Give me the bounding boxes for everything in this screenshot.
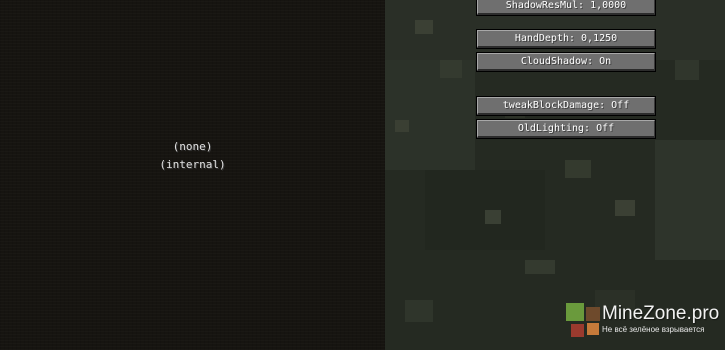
minezone-watermark: MineZone.pro Не всё зелёное взрывается [565, 302, 725, 342]
world-block [525, 260, 555, 274]
tweak-block-damage-button[interactable]: tweakBlockDamage: Off [476, 96, 656, 116]
world-block [565, 160, 591, 178]
shader-pack-internal[interactable]: (internal) [0, 156, 385, 174]
world-block [440, 60, 462, 78]
world-block [615, 200, 635, 216]
watermark-tagline: Не всё зелёное взрывается [602, 325, 705, 334]
world-block [485, 210, 501, 224]
shader-pack-none[interactable]: (none) [0, 138, 385, 156]
world-block [415, 20, 433, 34]
world-block [675, 60, 699, 80]
old-lighting-button[interactable]: OldLighting: Off [476, 119, 656, 139]
logo-square-brown [586, 307, 600, 321]
world-block [395, 120, 409, 132]
logo-square-red [571, 324, 584, 337]
world-block [405, 300, 433, 322]
hand-depth-button[interactable]: HandDepth: 0,1250 [476, 29, 656, 49]
shader-pack-list-panel: (none) (internal) [0, 0, 385, 350]
shadow-res-mul-button[interactable]: ShadowResMul: 1,0000 [476, 0, 656, 16]
cloud-shadow-button[interactable]: CloudShadow: On [476, 52, 656, 72]
logo-square-orange [587, 323, 599, 335]
minezone-logo-icon [565, 302, 601, 338]
world-block [655, 140, 725, 260]
logo-square-green [566, 303, 584, 321]
shader-pack-list: (none) (internal) [0, 138, 385, 174]
watermark-title: MineZone.pro [602, 303, 720, 324]
